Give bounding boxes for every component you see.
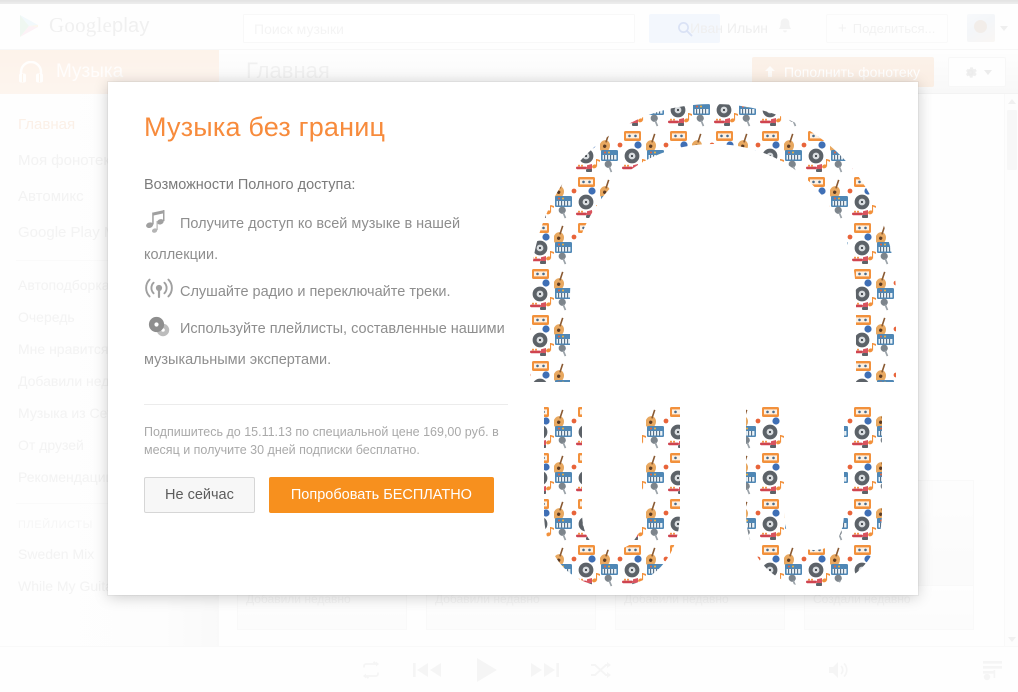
subscription-upsell-dialog: Музыка без границ Возможности Полного до… (108, 82, 918, 595)
vinyl-discs-icon (144, 314, 174, 340)
dialog-subtitle: Возможности Полного доступа: (144, 177, 356, 193)
try-free-button[interactable]: Попробовать БЕСПЛАТНО (268, 477, 494, 513)
dialog-title: Музыка без границ (144, 112, 386, 142)
radio-waves-icon (144, 277, 174, 303)
headphones-illustration (508, 82, 918, 595)
feature-item-playlists: Используйте плейлисты, составленные наши… (144, 314, 508, 376)
feature-text: Получите доступ ко всей музыке в нашей к… (144, 216, 461, 263)
dialog-actions: Не сейчас Попробовать БЕСПЛАТНО (144, 477, 508, 513)
headphones-mosaic-svg (530, 104, 896, 587)
dialog-content: Музыка без границ Возможности Полного до… (108, 82, 508, 595)
google-play-music-window: Googleplay Поиск музыки Иван Ильин (0, 0, 1018, 692)
feature-text: Слушайте радио и переключайте треки. (180, 284, 451, 300)
music-notes-icon (144, 209, 174, 235)
feature-item-full-catalog: Получите доступ ко всей музыке в нашей к… (144, 209, 508, 271)
dialog-divider (144, 404, 508, 405)
dialog-fineprint: Подпишитесь до 15.11.13 по специальной ц… (144, 425, 499, 457)
feature-text: Используйте плейлисты, составленные наши… (144, 321, 505, 368)
headphones-mosaic-fill (530, 104, 896, 587)
feature-item-radio: Слушайте радио и переключайте треки. (144, 277, 508, 308)
not-now-button[interactable]: Не сейчас (144, 477, 255, 513)
